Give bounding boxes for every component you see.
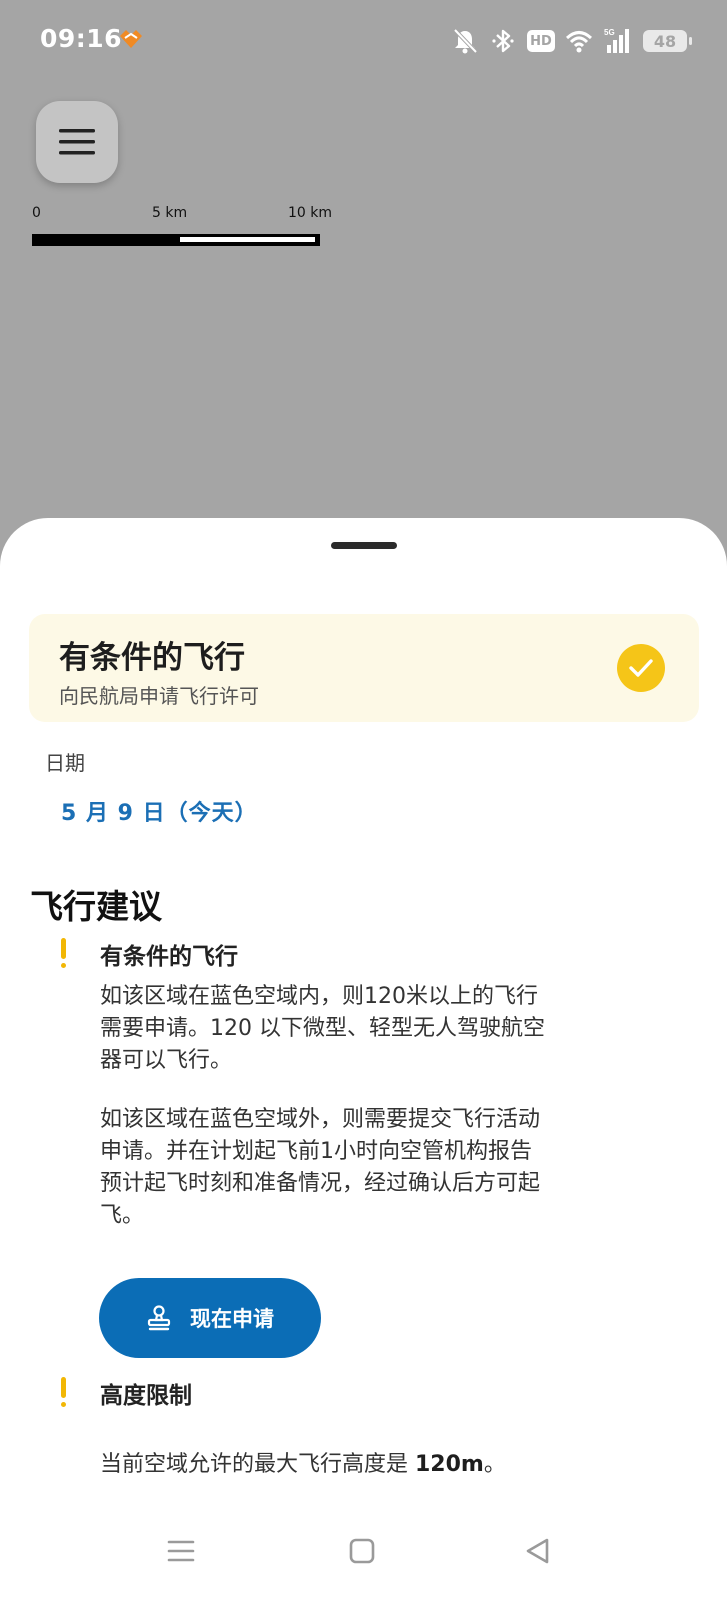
scale-bar-segment: [180, 237, 315, 242]
stamp-icon: [147, 1305, 171, 1331]
advice-paragraph: 如该区域在蓝色空域内，则120米以上的飞行需要申请。120 以下微型、轻型无人驾…: [100, 984, 545, 1073]
advice-item-title: 高度限制: [100, 1383, 192, 1409]
bottom-sheet: 有条件的飞行 向民航局申请飞行许可 日期 5 月 9 日（今天） 飞行建议 有条…: [0, 518, 727, 1600]
cellular-signal-icon: 5G: [604, 28, 629, 53]
scale-label-10km: 10 km: [288, 205, 333, 221]
network-type-label: 5G: [604, 28, 615, 37]
apply-now-button[interactable]: 现在申请: [99, 1278, 321, 1358]
status-time: 09:16: [40, 24, 123, 53]
battery-level: 48: [653, 31, 677, 51]
date-selector[interactable]: 5 月 9 日（今天）: [61, 795, 258, 827]
menu-button[interactable]: [36, 101, 118, 183]
altitude-limit-prefix: 当前空域允许的最大飞行高度是: [100, 1452, 415, 1477]
date-label: 日期: [45, 751, 85, 775]
warning-icon: [59, 1377, 71, 1411]
apply-now-label: 现在申请: [190, 1307, 274, 1331]
battery-indicator: 48: [643, 30, 692, 52]
system-navigation-bar: [0, 1500, 727, 1600]
back-icon[interactable]: [523, 1536, 553, 1566]
warning-icon: [59, 938, 71, 972]
home-icon[interactable]: [347, 1536, 377, 1566]
status-icons: HD 5G 48: [451, 24, 692, 58]
scale-label-5km: 5 km: [152, 205, 188, 221]
bluetooth-icon: [492, 29, 514, 53]
screen: 09:16 HD 5G 48 0 5 km 10 km 有条件的飞行 向民航局申…: [0, 0, 727, 1600]
check-circle-icon: [617, 644, 665, 692]
advice-paragraph: 如该区域在蓝色空域外，则需要提交飞行活动申请。并在计划起飞前1小时向空管机构报告…: [100, 1107, 541, 1228]
flight-advice-heading: 飞行建议: [30, 887, 162, 926]
flight-status-title: 有条件的飞行: [59, 640, 245, 676]
flight-status-card: 有条件的飞行 向民航局申请飞行许可: [29, 614, 699, 722]
status-bar: 09:16 HD 5G 48: [0, 0, 727, 80]
wifi-icon: [565, 31, 593, 53]
advice-item-title: 有条件的飞行: [100, 944, 238, 970]
app-notification-icon: [120, 30, 142, 48]
scale-bar-graphic: [32, 234, 320, 246]
recents-menu-icon[interactable]: [166, 1536, 196, 1566]
altitude-limit-text: 当前空域允许的最大飞行高度是 120m。: [100, 1446, 506, 1478]
altitude-limit-suffix: 。: [483, 1452, 506, 1477]
mute-bell-icon: [453, 28, 478, 54]
sheet-drag-handle[interactable]: [331, 542, 397, 549]
hamburger-menu-icon: [59, 129, 95, 155]
map-scale-bar: 0 5 km 10 km: [32, 205, 333, 246]
flight-status-subtitle: 向民航局申请飞行许可: [59, 684, 259, 708]
scale-label-0: 0: [32, 205, 41, 221]
altitude-limit-value: 120m: [415, 1452, 484, 1477]
hd-voice-badge: HD: [527, 30, 555, 52]
